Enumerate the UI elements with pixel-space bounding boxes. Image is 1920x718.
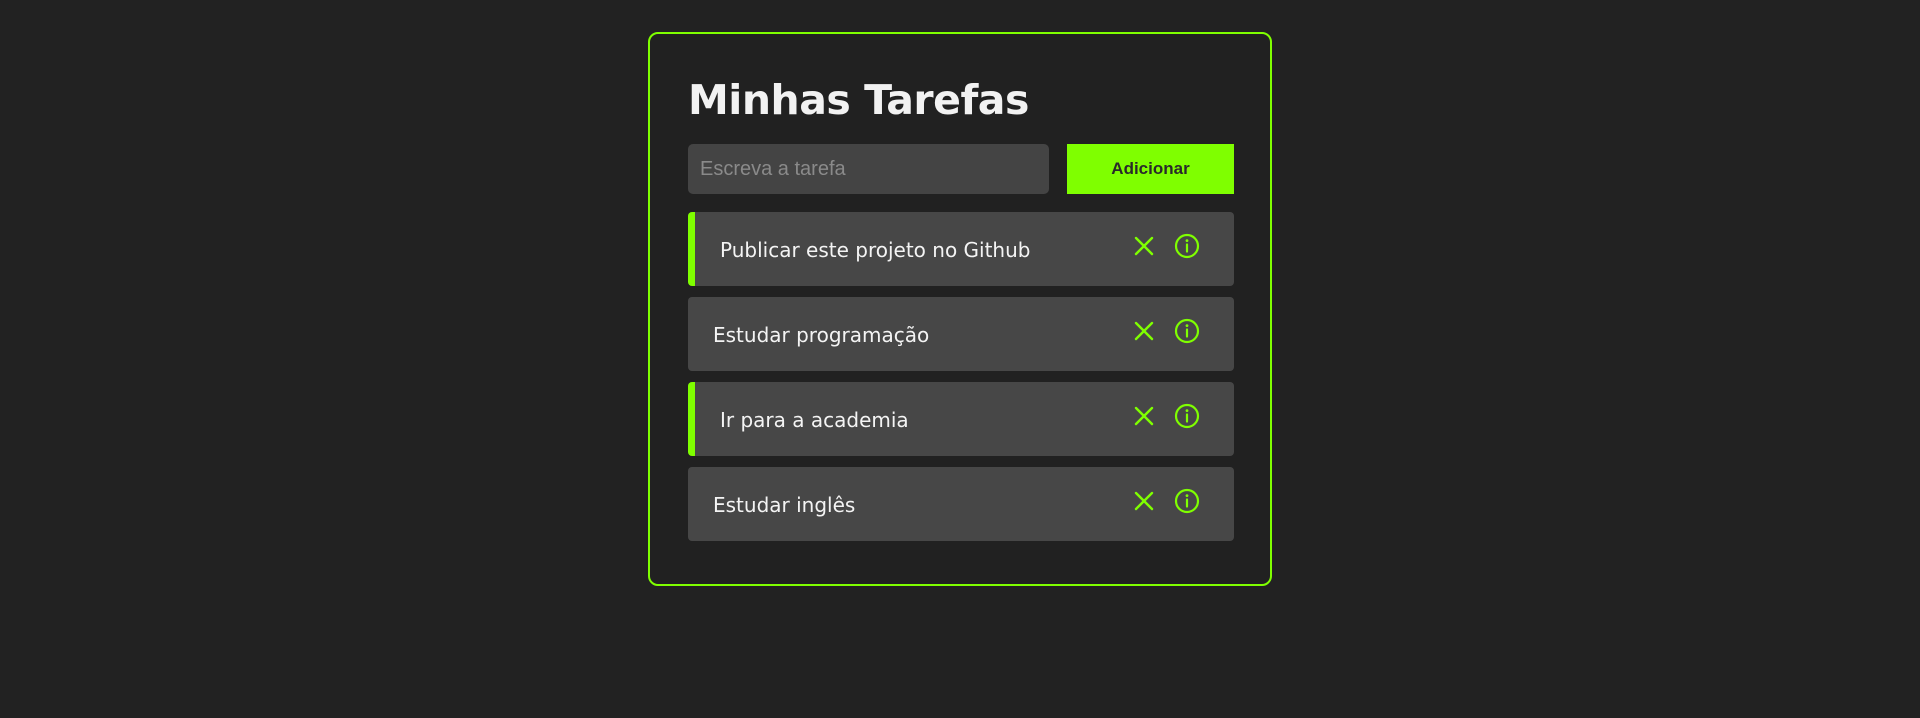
- add-task-form: Adicionar: [688, 144, 1234, 194]
- close-icon[interactable]: [1130, 232, 1158, 260]
- task-label: Ir para a academia: [720, 408, 909, 432]
- tasks-card: Minhas Tarefas Adicionar Publicar este p…: [648, 32, 1272, 586]
- info-icon[interactable]: [1173, 232, 1201, 260]
- page-title: Minhas Tarefas: [688, 76, 1029, 124]
- close-icon[interactable]: [1130, 317, 1158, 345]
- close-icon[interactable]: [1130, 487, 1158, 515]
- add-button[interactable]: Adicionar: [1067, 144, 1234, 194]
- task-item[interactable]: Estudar programação: [688, 297, 1234, 371]
- task-input[interactable]: [688, 144, 1049, 194]
- task-label: Estudar programação: [713, 323, 930, 347]
- task-item[interactable]: Ir para a academia: [688, 382, 1234, 456]
- task-list: Publicar este projeto no Github Estudar …: [688, 212, 1234, 552]
- info-icon[interactable]: [1173, 487, 1201, 515]
- info-icon[interactable]: [1173, 402, 1201, 430]
- task-label: Estudar inglês: [713, 493, 856, 517]
- close-icon[interactable]: [1130, 402, 1158, 430]
- info-icon[interactable]: [1173, 317, 1201, 345]
- task-item[interactable]: Publicar este projeto no Github: [688, 212, 1234, 286]
- task-item[interactable]: Estudar inglês: [688, 467, 1234, 541]
- task-label: Publicar este projeto no Github: [720, 238, 1031, 262]
